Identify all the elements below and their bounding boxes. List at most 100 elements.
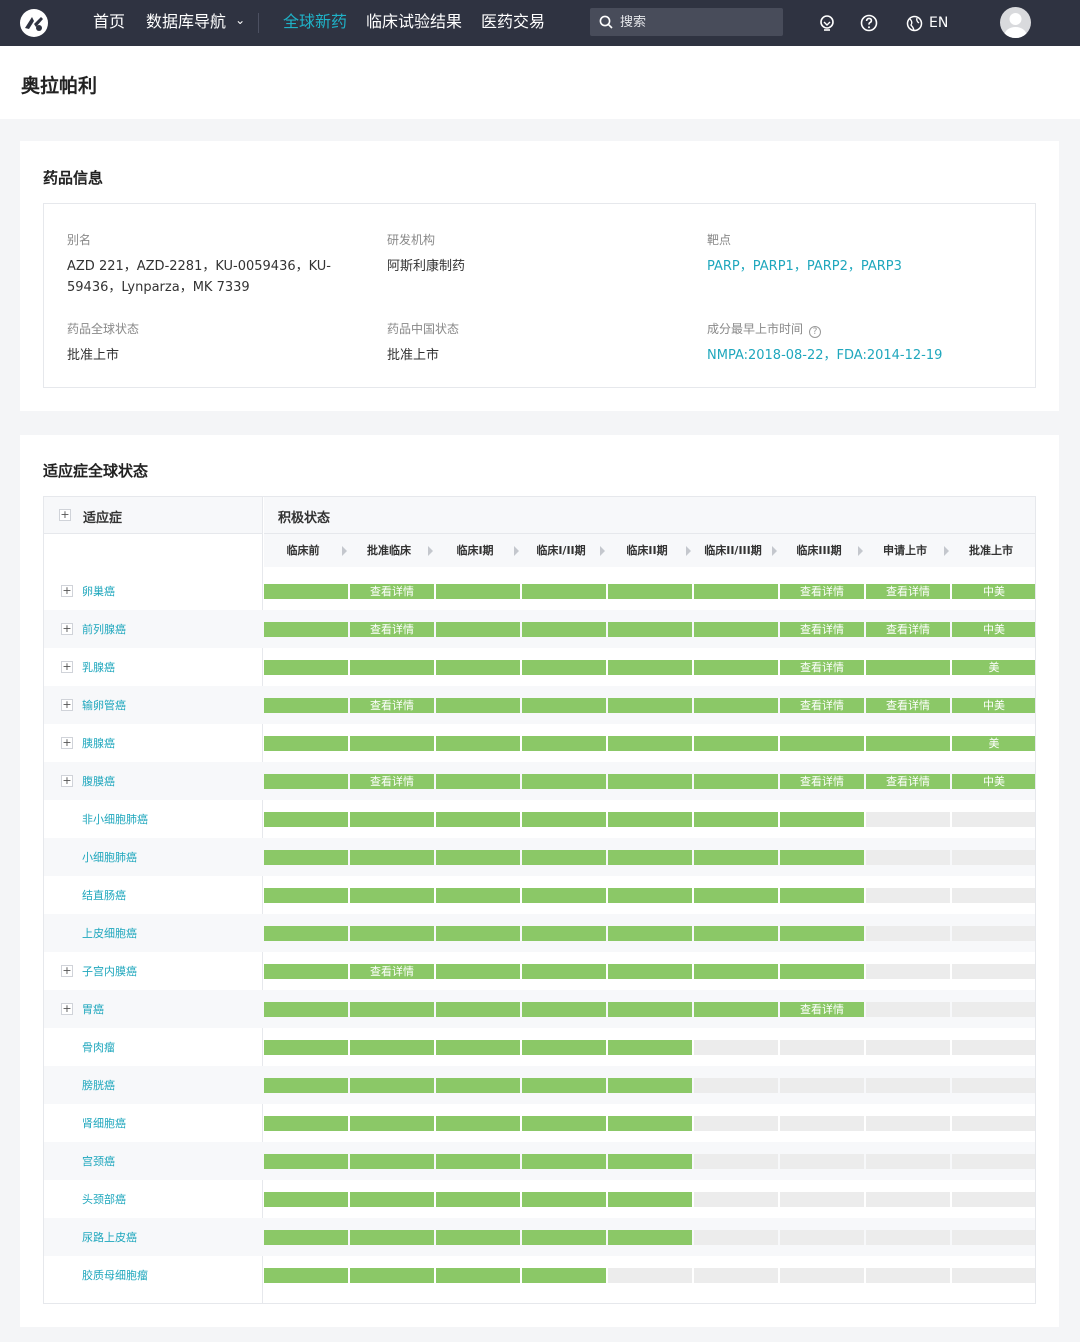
indication-name[interactable]: 输卵管癌 [82,697,126,713]
stage-bar [780,850,864,865]
stage-bar [436,1154,520,1169]
indication-name[interactable]: 骨肉瘤 [82,1039,115,1055]
help-circle-icon[interactable]: ? [809,326,822,338]
lightbulb-icon[interactable] [817,13,837,33]
stage-header-item: 临床前 [286,544,320,557]
stage-detail-link[interactable]: 查看详情 [866,584,950,599]
indication-name[interactable]: 膀胱癌 [82,1077,115,1093]
stage-bar [436,926,520,941]
indication-name[interactable]: 胶质母细胞瘤 [82,1267,148,1283]
stage-detail-link[interactable]: 查看详情 [350,774,434,789]
indication-name[interactable]: 结直肠癌 [82,887,126,903]
stage-detail-link[interactable]: 查看详情 [780,698,864,713]
stage-detail-link[interactable]: 查看详情 [780,584,864,599]
indication-row: + 输卵管癌 查看详情 查看详情 查看详情 中美 [44,686,1035,724]
stage-header-item: 批准上市 [969,544,1013,557]
indication-header: + 适应症 [44,497,262,534]
language-switch[interactable]: EN [906,0,948,46]
stage-detail-link[interactable]: 查看详情 [866,698,950,713]
stage-bar [264,1116,348,1131]
expand-icon[interactable]: + [61,737,73,749]
stage-detail-link[interactable]: 查看详情 [866,622,950,637]
indication-row: 上皮细胞癌 [44,914,1035,952]
indication-row: + 胃癌 查看详情 [44,990,1035,1028]
nav-home[interactable]: 首页 [93,0,125,46]
expand-icon[interactable]: + [61,623,73,635]
stage-header-item: 临床II/III期 [704,544,762,557]
indication-name[interactable]: 肾细胞癌 [82,1115,126,1131]
expand-icon[interactable]: + [61,1003,73,1015]
stage-bar [608,622,692,637]
nav-database-nav[interactable]: 数据库导航 ⌄ [146,0,245,46]
first-launch-value[interactable]: NMPA:2018-08-22，FDA:2014-12-19 [707,345,942,366]
indication-row: 胶质母细胞瘤 [44,1256,1035,1294]
search-input[interactable] [620,14,770,30]
stage-bar [522,1154,606,1169]
stage-bar [436,964,520,979]
stage-detail-link[interactable]: 美 [952,736,1035,751]
expand-all-icon[interactable]: + [59,509,71,521]
indication-name[interactable]: 胰腺癌 [82,735,115,751]
stage-detail-link[interactable]: 查看详情 [350,584,434,599]
stage-bar [522,1040,606,1055]
search-box[interactable] [590,8,783,36]
stage-bar [436,660,520,675]
expand-icon[interactable]: + [61,699,73,711]
indication-name[interactable]: 上皮细胞癌 [82,925,137,941]
stage-detail-link[interactable]: 查看详情 [866,774,950,789]
stage-bar [866,1192,950,1207]
stage-bar [866,926,950,941]
nav-clinical-results[interactable]: 临床试验结果 [366,0,462,46]
expand-icon[interactable]: + [61,661,73,673]
indication-name[interactable]: 子宫内膜癌 [82,963,137,979]
stage-detail-link[interactable]: 中美 [952,622,1035,637]
indication-name[interactable]: 乳腺癌 [82,659,115,675]
stage-bar [350,1078,434,1093]
indication-name[interactable]: 宫颈癌 [82,1153,115,1169]
stage-header-item: 申请上市 [883,544,927,557]
stage-bar [866,1154,950,1169]
stage-bar [952,812,1035,827]
stage-detail-link[interactable]: 中美 [952,584,1035,599]
indication-name[interactable]: 尿路上皮癌 [82,1229,137,1245]
indication-row: 骨肉瘤 [44,1028,1035,1066]
indication-name[interactable]: 非小细胞肺癌 [82,811,148,827]
expand-icon[interactable]: + [61,775,73,787]
stage-bar [522,1268,606,1283]
stage-detail-link[interactable]: 查看详情 [780,774,864,789]
stage-header-item: 临床I期 [456,544,494,557]
stage-detail-link[interactable]: 查看详情 [780,622,864,637]
nav-pharma-deals[interactable]: 医药交易 [481,0,545,46]
indication-name[interactable]: 胃癌 [82,1001,104,1017]
stage-detail-link[interactable]: 查看详情 [350,622,434,637]
expand-icon[interactable]: + [61,965,73,977]
target-value[interactable]: PARP，PARP1，PARP2，PARP3 [707,256,902,277]
indication-name[interactable]: 腹膜癌 [82,773,115,789]
indication-name[interactable]: 小细胞肺癌 [82,849,137,865]
stage-bar [264,736,348,751]
stage-detail-link[interactable]: 中美 [952,774,1035,789]
stage-detail-link[interactable]: 查看详情 [780,660,864,675]
indication-name[interactable]: 头颈部癌 [82,1191,126,1207]
help-icon[interactable] [859,13,879,33]
stage-detail-link[interactable]: 查看详情 [350,964,434,979]
stage-bar [522,622,606,637]
stage-bar [264,926,348,941]
indication-name[interactable]: 前列腺癌 [82,621,126,637]
indication-name[interactable]: 卵巢癌 [82,583,115,599]
stage-detail-link[interactable]: 查看详情 [780,1002,864,1017]
stage-detail-link[interactable]: 美 [952,660,1035,675]
nav-global-new-drugs[interactable]: 全球新药 [283,0,347,46]
drug-info-title: 药品信息 [43,169,104,187]
indications-card: 适应症全球状态 + 适应症 积极状态 临床前 批准临床 临床I期 临床I/II期 临床I… [20,435,1059,1327]
avatar[interactable] [1000,7,1031,38]
logo-icon[interactable] [19,8,49,38]
indication-row: 结直肠癌 [44,876,1035,914]
stage-bar [952,888,1035,903]
stage-bar [522,850,606,865]
stage-bar [522,964,606,979]
stage-detail-link[interactable]: 中美 [952,698,1035,713]
stage-bar [780,1230,864,1245]
stage-detail-link[interactable]: 查看详情 [350,698,434,713]
expand-icon[interactable]: + [61,585,73,597]
